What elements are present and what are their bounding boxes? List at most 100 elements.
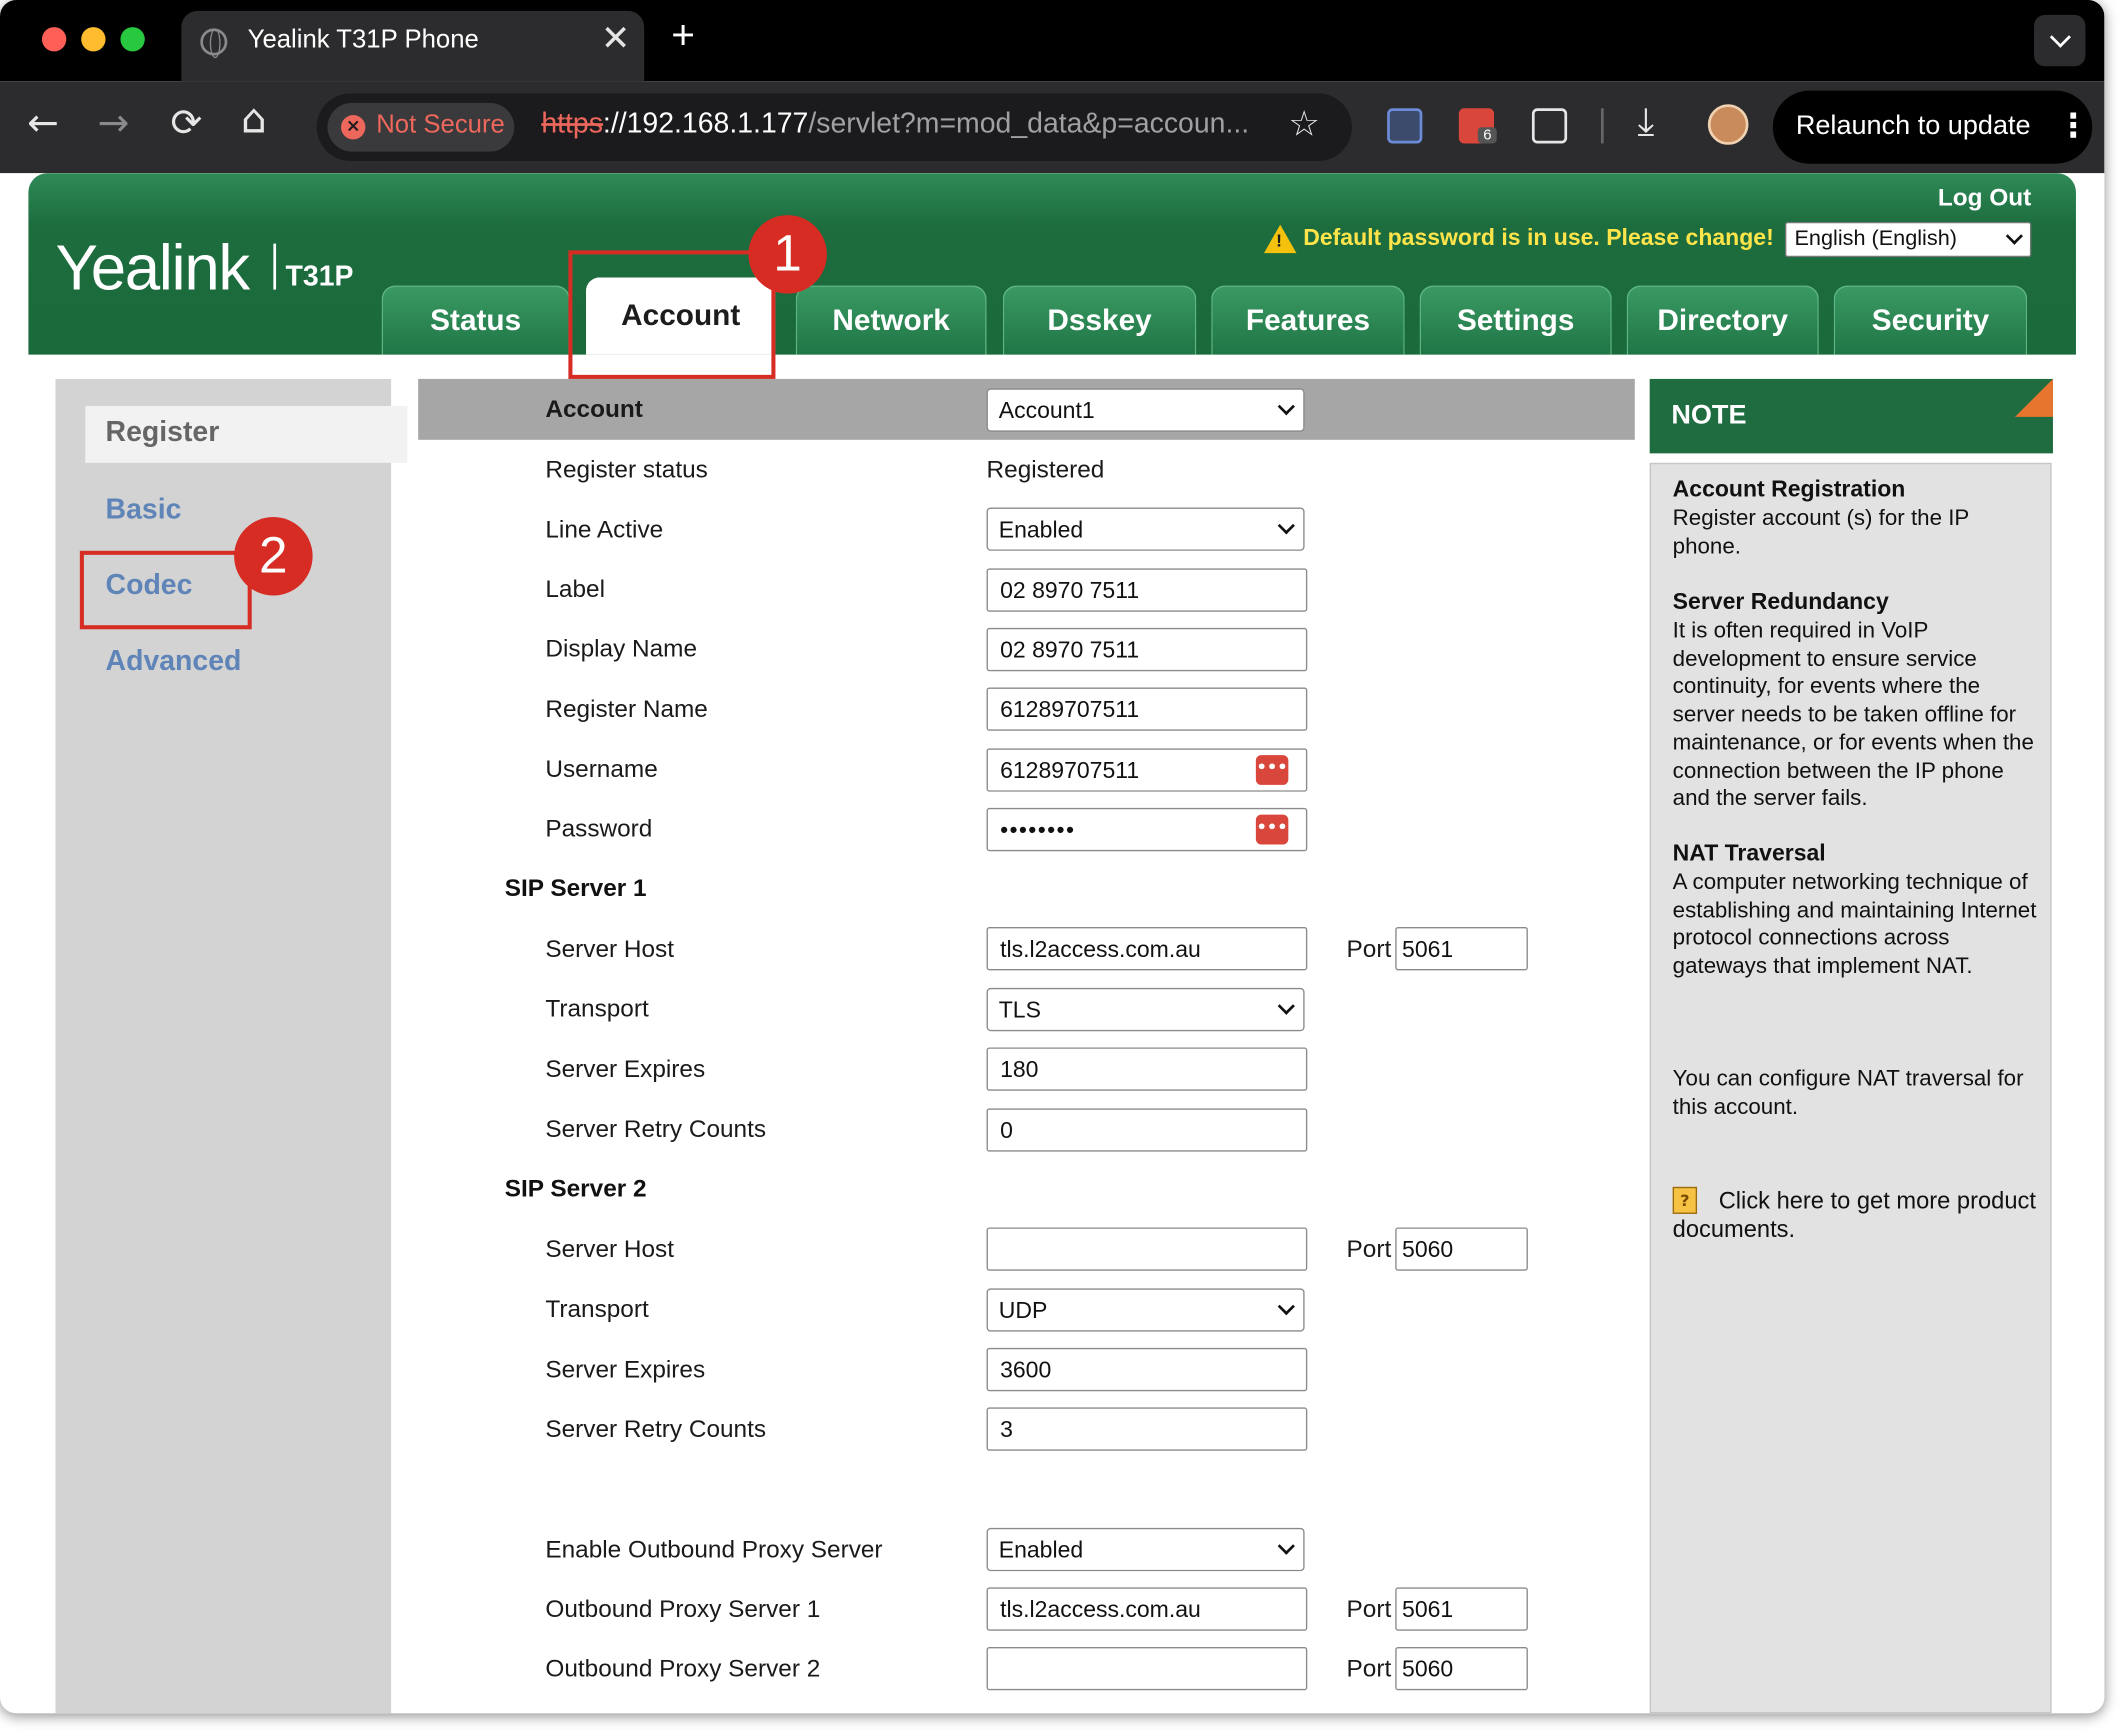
sip2-host-input[interactable] [986, 1227, 1308, 1271]
profile-avatar[interactable] [1707, 104, 1749, 145]
line-active-label: Line Active [545, 515, 664, 543]
puzzle-icon[interactable] [1531, 108, 1568, 144]
register-form: Account Account1 Register status Registe… [418, 378, 1635, 1713]
sip1-port-label: Port [1346, 935, 1392, 963]
site-info-button[interactable]: × Not Secure [327, 102, 515, 152]
tab-status[interactable]: Status [381, 285, 570, 355]
outbound2-port-input[interactable]: 5060 [1395, 1646, 1528, 1691]
sip2-transport-select[interactable]: UDP [986, 1288, 1305, 1332]
sip2-port-input[interactable]: 5060 [1395, 1227, 1528, 1271]
account-label: Account [545, 395, 643, 423]
password-manager-icon[interactable]: ••• [1255, 814, 1289, 845]
browser-tab[interactable]: Yealink T31P Phone ✕ [181, 10, 645, 82]
home-button[interactable]: ⌂ [241, 96, 267, 143]
product-documents-link[interactable]: Click here to get more product documents… [1673, 1187, 2041, 1243]
minimize-window-button[interactable] [81, 27, 106, 52]
extension-icon[interactable] [1387, 108, 1423, 144]
bookmark-star-icon[interactable]: ☆ [1288, 104, 1320, 145]
sidebar-item-basic[interactable]: Basic [106, 494, 182, 526]
page-header: Yealink T31P Log Out Default password is… [28, 173, 2076, 355]
address-bar[interactable]: × Not Secure https://192.168.1.177/servl… [316, 93, 1352, 162]
label-label: Label [545, 575, 605, 603]
tab-security[interactable]: Security [1833, 285, 2028, 355]
callout-badge-2: 2 [234, 516, 313, 596]
note-paragraph: You can configure NAT traversal for this… [1672, 1066, 2024, 1119]
extension-badge-count: 6 [1477, 127, 1497, 144]
note-paragraph: It is often required in VoIP development… [1672, 618, 2034, 811]
sip2-retry-input[interactable]: 3 [986, 1407, 1308, 1451]
sip1-transport-label: Transport [545, 994, 649, 1022]
extension-badge-icon[interactable]: 6 [1458, 108, 1497, 144]
forward-button[interactable]: → [97, 100, 129, 145]
line-active-select[interactable]: Enabled [986, 507, 1305, 551]
username-input[interactable]: 61289707511 ••• [986, 748, 1308, 792]
browser-menu-icon[interactable]: ⋮ [2057, 107, 2089, 145]
sip-server-2-heading: SIP Server 2 [504, 1174, 647, 1202]
browser-toolbar: ← → ⟳ ⌂ × Not Secure https://192.168.1.1… [0, 81, 2105, 174]
sip1-retry-input[interactable]: 0 [986, 1108, 1308, 1152]
logout-link[interactable]: Log Out [1938, 184, 2031, 212]
sip1-host-input[interactable]: tls.l2access.com.au [986, 927, 1308, 971]
relaunch-button[interactable]: Relaunch to update ⋮ [1772, 90, 2093, 164]
close-tab-button[interactable]: ✕ [601, 19, 630, 60]
note-heading: NAT Traversal [1672, 840, 1826, 867]
tab-search-button[interactable] [2034, 14, 2086, 67]
outbound1-port-label: Port [1346, 1595, 1392, 1623]
sip1-expires-label: Server Expires [545, 1055, 706, 1083]
sip1-retry-label: Server Retry Counts [545, 1115, 767, 1143]
sip2-transport-label: Transport [545, 1295, 649, 1323]
note-header: NOTE [1649, 378, 2053, 454]
outbound-proxy-2-input[interactable] [986, 1646, 1308, 1691]
note-body: Account Registration Register account (s… [1649, 462, 2052, 1714]
register-name-input[interactable]: 61289707511 [986, 687, 1308, 731]
chevron-down-icon [1277, 1537, 1295, 1555]
password-manager-icon[interactable]: ••• [1255, 755, 1289, 785]
note-panel: NOTE Account Registration Register accou… [1649, 378, 2053, 1714]
outbound-enable-select[interactable]: Enabled [986, 1527, 1305, 1572]
chevron-down-icon [1277, 1297, 1295, 1316]
language-value: English (English) [1794, 227, 1957, 251]
sip1-port-input[interactable]: 5061 [1395, 927, 1528, 971]
tab-title: Yealink T31P Phone [247, 25, 479, 55]
register-status-label: Register status [545, 456, 708, 484]
url-scheme: https [541, 108, 603, 140]
sip2-expires-input[interactable]: 3600 [986, 1347, 1308, 1392]
tab-settings[interactable]: Settings [1419, 285, 1612, 355]
download-icon[interactable]: ⤓ [1637, 99, 1654, 145]
sip1-expires-input[interactable]: 180 [986, 1047, 1308, 1091]
url-path: /servlet?m=mod_data&p=accoun... [808, 108, 1250, 140]
display-name-input[interactable]: 02 8970 7511 [986, 627, 1308, 672]
username-label: Username [545, 755, 658, 783]
password-input[interactable]: •••••••• ••• [986, 807, 1308, 852]
callout-account-tab [568, 250, 776, 379]
not-secure-label: Not Secure [376, 110, 505, 140]
tab-features[interactable]: Features [1211, 285, 1405, 355]
outbound-proxy-1-input[interactable]: tls.l2access.com.au [986, 1587, 1308, 1631]
reload-button[interactable]: ⟳ [171, 100, 203, 145]
chevron-down-icon [1277, 517, 1295, 535]
tab-dsskey[interactable]: Dsskey [1002, 285, 1197, 355]
label-input[interactable]: 02 8970 7511 [986, 568, 1308, 612]
toolbar-divider [1600, 108, 1604, 144]
sip2-host-label: Server Host [545, 1235, 674, 1263]
relaunch-label: Relaunch to update [1795, 110, 2031, 141]
url-text[interactable]: https://192.168.1.177/servlet?m=mod_data… [541, 108, 1249, 140]
maximize-window-button[interactable] [120, 27, 145, 52]
language-select[interactable]: English (English) [1785, 221, 2032, 258]
tab-directory[interactable]: Directory [1626, 285, 1819, 355]
sidebar-item-register[interactable]: Register [106, 417, 220, 449]
sidebar-item-advanced[interactable]: Advanced [106, 646, 242, 678]
web-page: Yealink T31P Log Out Default password is… [0, 173, 2105, 1714]
chevron-down-icon [1277, 997, 1295, 1015]
callout-codec [79, 550, 252, 630]
back-button[interactable]: ← [27, 100, 59, 145]
sip1-transport-select[interactable]: TLS [986, 987, 1305, 1032]
yealink-logo: Yealink [55, 231, 250, 304]
note-heading: Server Redundancy [1672, 588, 1889, 615]
account-select[interactable]: Account1 [986, 388, 1305, 432]
outbound1-port-input[interactable]: 5061 [1395, 1587, 1528, 1631]
model-label: T31P [285, 261, 354, 293]
tab-network[interactable]: Network [795, 285, 987, 355]
new-tab-button[interactable]: + [671, 14, 695, 60]
close-window-button[interactable] [41, 27, 67, 52]
